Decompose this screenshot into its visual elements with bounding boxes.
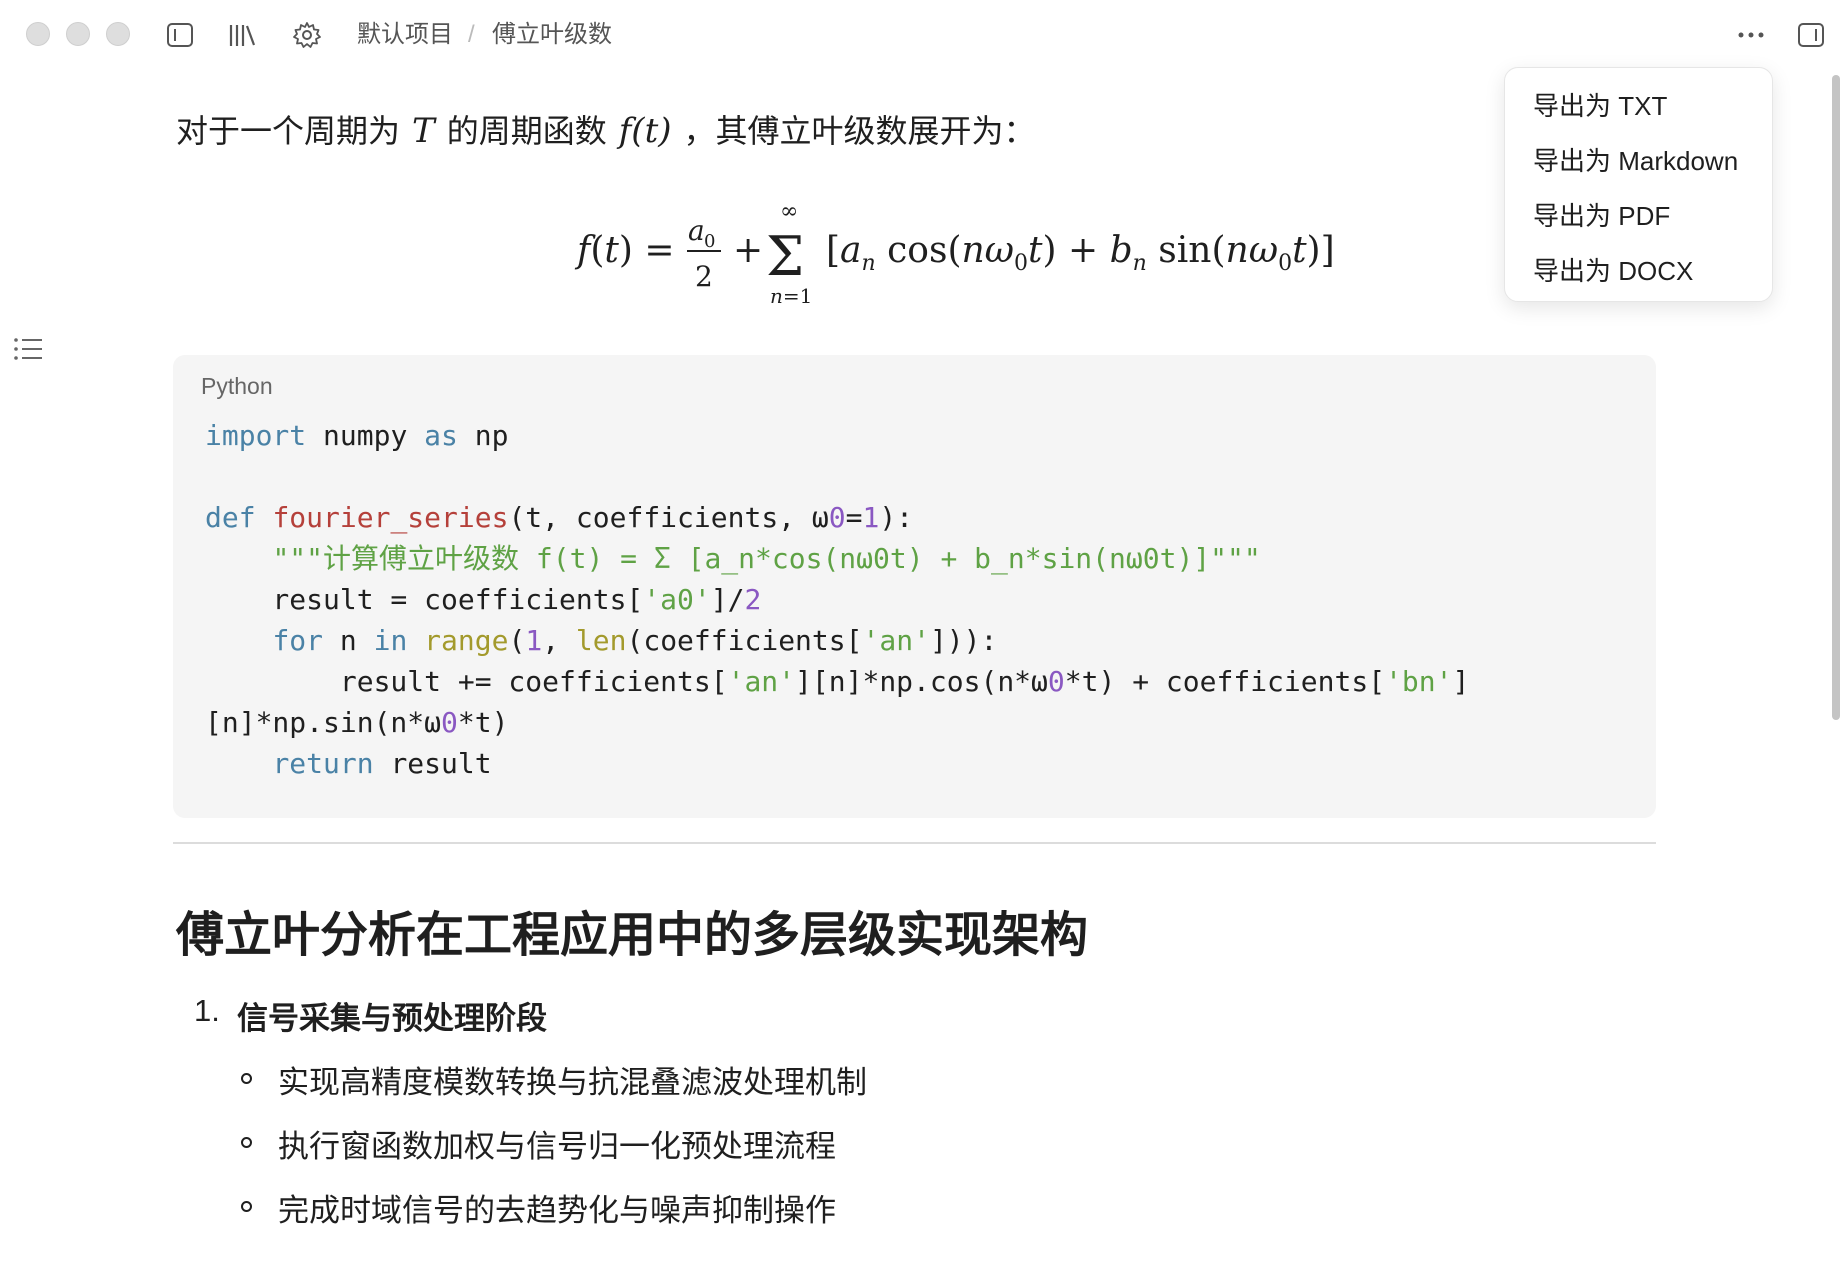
export-pdf-item[interactable]: 导出为 PDF	[1533, 196, 1670, 233]
svg-text:∞: ∞	[780, 199, 798, 224]
export-txt-item[interactable]: 导出为 TXT	[1533, 86, 1667, 123]
section-heading: 傅立叶分析在工程应用中的多层级实现架构	[176, 909, 1089, 962]
sidebar-toggle-icon[interactable]	[163, 18, 197, 52]
window-close-button[interactable]	[26, 22, 50, 46]
svg-text:[an cos(nω0t) + bn sin(nω0t)]: [an cos(nω0t) + bn sin(nω0t)]	[826, 230, 1335, 276]
svg-text:a: a	[688, 214, 705, 247]
bullet-marker	[241, 1073, 252, 1084]
export-menu: 导出为 TXT 导出为 Markdown 导出为 PDF 导出为 DOCX	[1504, 67, 1773, 302]
code-block[interactable]: Python import numpy as np def fourier_se…	[173, 355, 1656, 818]
breadcrumb-document[interactable]: 傅立叶级数	[492, 20, 612, 50]
svg-text:+: +	[733, 230, 763, 271]
intro-paragraph: 对于一个周期为 T 的周期函数 f(t) ，其傅立叶级数展开为：	[176, 108, 1036, 154]
math-var-f: f(t)	[618, 111, 672, 151]
export-markdown-item[interactable]: 导出为 Markdown	[1533, 141, 1738, 178]
list-item: 完成时域信号的去趋势化与噪声抑制操作	[278, 1193, 836, 1228]
divider	[173, 842, 1656, 844]
breadcrumb-separator: /	[468, 21, 475, 48]
code-content: import numpy as np def fourier_series(t,…	[205, 419, 1470, 780]
svg-text:n=1: n=1	[770, 284, 812, 308]
toc-icon[interactable]	[12, 332, 46, 366]
svg-text:Σ: Σ	[766, 225, 804, 288]
bullet-marker	[241, 1201, 252, 1212]
library-icon[interactable]	[226, 18, 260, 52]
svg-text:0: 0	[704, 231, 715, 252]
list-item: 执行窗函数加权与信号归一化预处理流程	[278, 1129, 836, 1164]
code-language-label: Python	[201, 373, 273, 399]
window-minimize-button[interactable]	[66, 22, 90, 46]
gear-icon[interactable]	[290, 18, 324, 52]
intro-text-3: ，其傅立叶级数展开为：	[683, 113, 1036, 149]
breadcrumb-project[interactable]: 默认项目	[357, 20, 453, 50]
bullet-marker	[241, 1137, 252, 1148]
export-docx-item[interactable]: 导出为 DOCX	[1533, 251, 1693, 288]
list-item: 实现高精度模数转换与抗混叠滤波处理机制	[278, 1065, 867, 1100]
right-panel-icon[interactable]	[1794, 18, 1828, 52]
ordered-list-number: 1.	[194, 993, 220, 1028]
svg-text:f(t) =: f(t) =	[574, 230, 675, 271]
math-var-T: T	[412, 111, 435, 151]
more-icon[interactable]	[1734, 18, 1768, 52]
window-zoom-button[interactable]	[106, 22, 130, 46]
intro-text-2: 的周期函数	[446, 113, 607, 149]
intro-text-1: 对于一个周期为	[176, 113, 401, 149]
svg-text:2: 2	[695, 260, 713, 293]
ordered-list-title: 信号采集与预处理阶段	[237, 1001, 547, 1036]
scrollbar-thumb[interactable]	[1832, 75, 1840, 720]
